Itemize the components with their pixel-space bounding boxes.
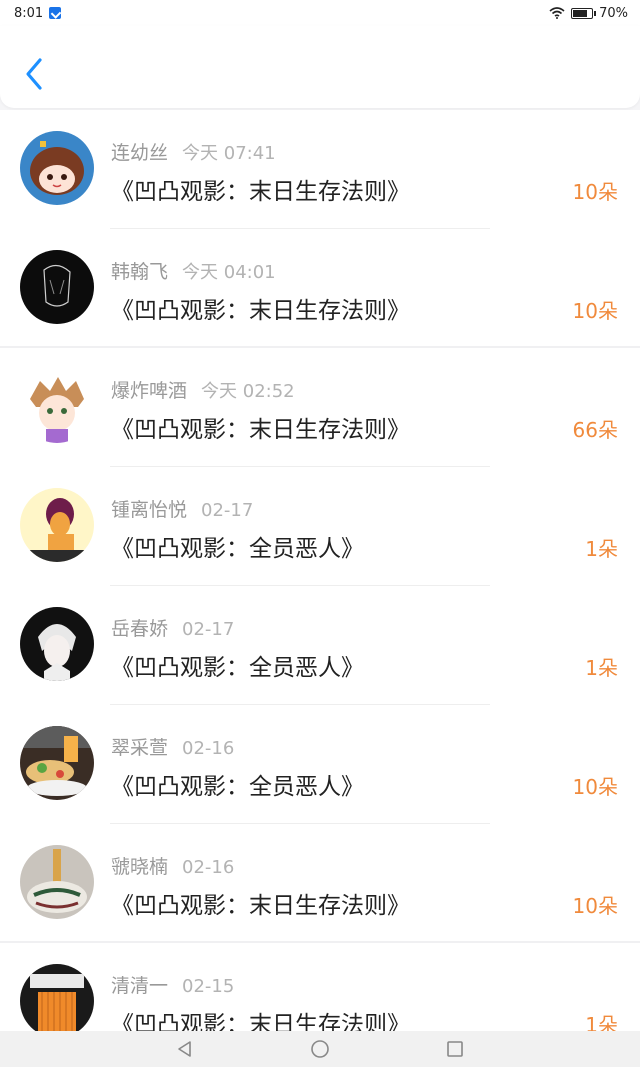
list-item[interactable]: 爆炸啤酒 今天 02:52 《凹凸观影：末日生存法则》 66朵 bbox=[0, 348, 640, 467]
gift-time: 今天 02:52 bbox=[201, 381, 295, 402]
flower-count: 10朵 bbox=[572, 180, 618, 204]
movie-title: 《凹凸观影：末日生存法则》 bbox=[111, 298, 410, 324]
chevron-left-icon bbox=[26, 58, 42, 90]
wifi-icon bbox=[549, 7, 565, 19]
header bbox=[0, 26, 640, 108]
list-item[interactable]: 韩翰飞 今天 04:01 《凹凸观影：末日生存法则》 10朵 bbox=[0, 229, 640, 348]
list-item[interactable]: 连幼丝 今天 07:41 《凹凸观影：末日生存法则》 10朵 bbox=[0, 110, 640, 229]
gift-time: 今天 04:01 bbox=[182, 262, 276, 283]
list-item[interactable]: 岳春娇 02-17 《凹凸观影：全员恶人》 1朵 bbox=[0, 586, 640, 705]
gift-time: 02-16 bbox=[182, 738, 235, 759]
user-name: 连幼丝 今天 07:41 bbox=[111, 142, 276, 164]
avatar[interactable] bbox=[20, 488, 94, 562]
nav-recents-button[interactable] bbox=[445, 1039, 465, 1059]
movie-title: 《凹凸观影：全员恶人》 bbox=[111, 536, 364, 562]
navigation-bar bbox=[0, 1031, 640, 1067]
gift-time: 02-15 bbox=[182, 976, 235, 997]
user-name: 岳春娇 02-17 bbox=[111, 618, 235, 640]
nav-home-button[interactable] bbox=[310, 1039, 330, 1059]
avatar[interactable] bbox=[20, 131, 94, 205]
status-time: 8:01 bbox=[14, 5, 44, 21]
list-item[interactable]: 锺离怡悦 02-17 《凹凸观影：全员恶人》 1朵 bbox=[0, 467, 640, 586]
movie-title: 《凹凸观影：全员恶人》 bbox=[111, 774, 364, 800]
list-item[interactable]: 虢晓楠 02-16 《凹凸观影：末日生存法则》 10朵 bbox=[0, 824, 640, 943]
movie-title: 《凹凸观影：末日生存法则》 bbox=[111, 179, 410, 205]
movie-title: 《凹凸观影：末日生存法则》 bbox=[111, 417, 410, 443]
triangle-back-icon bbox=[178, 1041, 191, 1057]
user-name: 虢晓楠 02-16 bbox=[111, 856, 235, 878]
avatar[interactable] bbox=[20, 964, 94, 1038]
gift-time: 02-17 bbox=[182, 619, 235, 640]
battery-icon bbox=[571, 7, 597, 19]
user-name: 锺离怡悦 02-17 bbox=[111, 499, 254, 521]
status-right: 70% bbox=[549, 6, 628, 21]
notification-icon bbox=[49, 7, 62, 19]
status-left: 8:01 bbox=[14, 5, 62, 21]
flower-count: 10朵 bbox=[572, 775, 618, 799]
user-name: 翠采萱 02-16 bbox=[111, 737, 235, 759]
user-name: 爆炸啤酒 今天 02:52 bbox=[111, 380, 295, 402]
flower-count: 10朵 bbox=[572, 894, 618, 918]
avatar[interactable] bbox=[20, 607, 94, 681]
user-name: 清清一 02-15 bbox=[111, 975, 235, 997]
gift-list: 连幼丝 今天 07:41 《凹凸观影：末日生存法则》 10朵 韩翰飞 今天 04:0… bbox=[0, 110, 640, 1062]
movie-title: 《凹凸观影：全员恶人》 bbox=[111, 655, 364, 681]
back-button[interactable] bbox=[20, 54, 50, 94]
user-name: 韩翰飞 今天 04:01 bbox=[111, 261, 276, 283]
list-item[interactable]: 翠采萱 02-16 《凹凸观影：全员恶人》 10朵 bbox=[0, 705, 640, 824]
nav-back-button[interactable] bbox=[175, 1039, 195, 1059]
movie-title: 《凹凸观影：末日生存法则》 bbox=[111, 893, 410, 919]
flower-count: 66朵 bbox=[572, 418, 618, 442]
gift-time: 02-17 bbox=[201, 500, 254, 521]
flower-count: 1朵 bbox=[585, 537, 618, 561]
gift-time: 02-16 bbox=[182, 857, 235, 878]
battery-percent: 70% bbox=[599, 5, 628, 21]
flower-count: 10朵 bbox=[572, 299, 618, 323]
status-bar: 8:01 70% bbox=[0, 0, 640, 26]
avatar[interactable] bbox=[20, 845, 94, 919]
gift-time: 今天 07:41 bbox=[182, 143, 276, 164]
circle-home-icon bbox=[311, 1040, 329, 1058]
avatar[interactable] bbox=[20, 726, 94, 800]
flower-count: 1朵 bbox=[585, 656, 618, 680]
avatar[interactable] bbox=[20, 250, 94, 324]
avatar[interactable] bbox=[20, 369, 94, 443]
square-recents-icon bbox=[447, 1041, 463, 1057]
